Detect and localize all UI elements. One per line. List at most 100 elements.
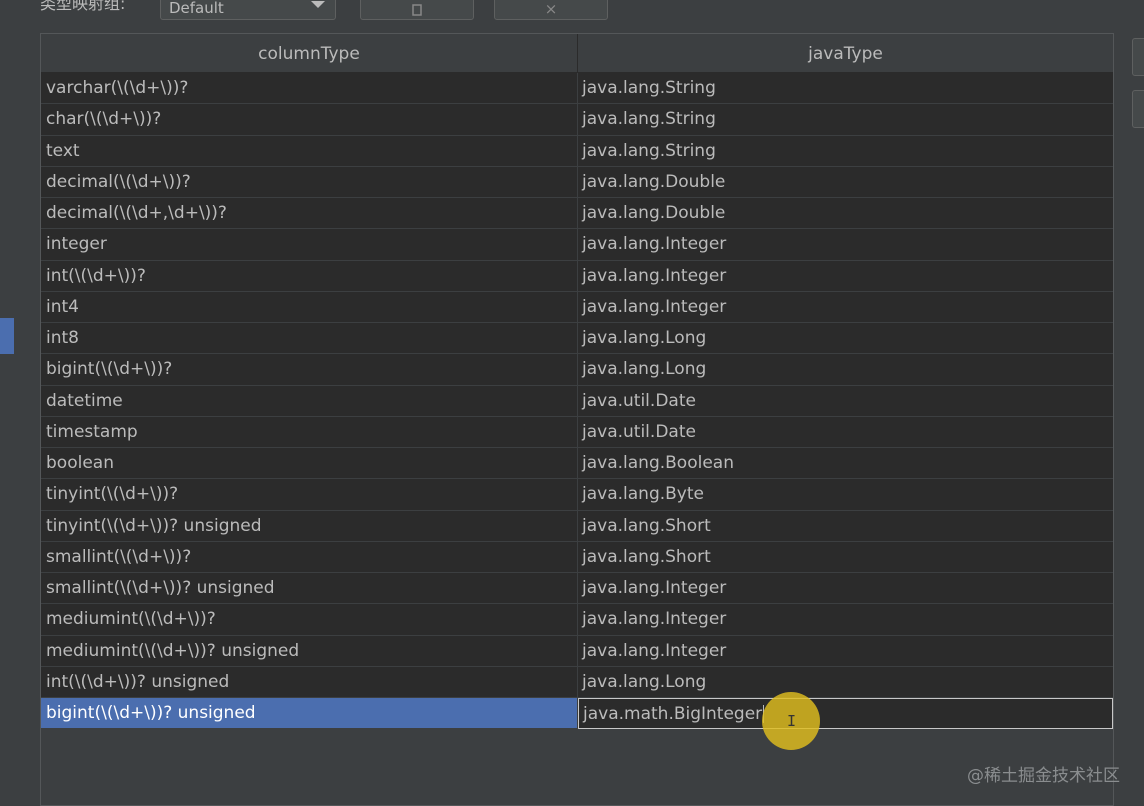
type-mapping-group-combo[interactable]: Default bbox=[160, 0, 336, 20]
cell-javatype-text: java.lang.Double bbox=[582, 203, 726, 223]
table-row[interactable]: mediumint(\(\d+\))? unsigned java.lang.In… bbox=[41, 635, 1113, 667]
left-panel-edge bbox=[0, 0, 14, 806]
left-panel-selection-marker bbox=[0, 318, 14, 354]
copy-group-button[interactable] bbox=[360, 0, 474, 20]
cell-javatype[interactable]: java.lang.Double bbox=[578, 198, 1113, 230]
cell-javatype[interactable]: java.lang.String bbox=[578, 135, 1113, 167]
table-row[interactable]: smallint(\(\d+\))? java.lang.Short bbox=[41, 541, 1113, 573]
cell-javatype-text: java.lang.Integer bbox=[582, 640, 727, 661]
table-row[interactable]: smallint(\(\d+\))? unsigned java.lang.Int… bbox=[41, 573, 1113, 605]
table-row[interactable]: decimal(\(\d+,\d+\))? java.lang.Double bbox=[41, 198, 1113, 230]
cell-javatype[interactable]: java.lang.Short bbox=[578, 510, 1113, 542]
cell-javatype[interactable]: java.lang.Integer bbox=[578, 604, 1113, 636]
cell-columntype[interactable]: bigint(\(\d+\))? bbox=[41, 354, 577, 386]
cell-columntype[interactable]: int8 bbox=[41, 323, 577, 355]
table-row[interactable]: int4 java.lang.Integer bbox=[41, 291, 1113, 323]
cell-javatype[interactable]: java.lang.Integer bbox=[578, 260, 1113, 292]
text-cursor-icon: I bbox=[787, 712, 797, 730]
cell-javatype-editor[interactable]: java.math.BigInteger bbox=[578, 698, 1113, 730]
delete-group-button[interactable]: × bbox=[494, 0, 608, 20]
cell-javatype-text: java.lang.Byte bbox=[582, 484, 704, 505]
cell-javatype-text: java.lang.Integer bbox=[582, 296, 727, 317]
cell-columntype[interactable]: integer bbox=[41, 229, 577, 261]
cell-javatype[interactable]: java.lang.Integer bbox=[578, 573, 1113, 605]
cell-javatype-text: java.lang.Integer bbox=[582, 265, 727, 286]
table-row[interactable]: text java.lang.String bbox=[41, 135, 1113, 167]
cell-javatype[interactable]: java.lang.Integer bbox=[578, 229, 1113, 261]
cell-javatype-text: java.math.BigInteger bbox=[583, 704, 763, 724]
cell-javatype[interactable]: java.lang.String bbox=[578, 73, 1113, 105]
table-row[interactable]: integer java.lang.Integer bbox=[41, 229, 1113, 261]
table-row[interactable]: int(\(\d+\))? java.lang.Integer bbox=[41, 260, 1113, 292]
cell-columntype[interactable]: int4 bbox=[41, 291, 577, 323]
table-row[interactable]: timestamp java.util.Date bbox=[41, 416, 1113, 448]
type-mapping-table: columnType javaType varchar(\(\d+\))? jav… bbox=[40, 33, 1114, 806]
cell-javatype[interactable]: java.lang.Double bbox=[578, 166, 1113, 198]
cell-javatype[interactable]: java.lang.Integer bbox=[578, 291, 1113, 323]
cell-columntype[interactable]: mediumint(\(\d+\))? bbox=[41, 604, 577, 636]
cell-columntype[interactable]: text bbox=[41, 135, 577, 167]
side-add-button[interactable] bbox=[1132, 38, 1144, 76]
cell-javatype[interactable]: java.lang.Long bbox=[578, 354, 1113, 386]
table-row[interactable]: tinyint(\(\d+\))? java.lang.Byte bbox=[41, 479, 1113, 511]
cell-columntype[interactable]: datetime bbox=[41, 385, 577, 417]
close-icon: × bbox=[544, 0, 558, 18]
cell-javatype[interactable]: java.lang.Long bbox=[578, 323, 1113, 355]
cell-columntype[interactable]: smallint(\(\d+\))? bbox=[41, 541, 577, 573]
cell-javatype-text: java.lang.Boolean bbox=[582, 453, 734, 473]
table-row[interactable]: int8 java.lang.Long bbox=[41, 323, 1113, 355]
cell-columntype[interactable]: int(\(\d+\))? unsigned bbox=[41, 666, 577, 698]
cell-javatype-text: java.lang.Short bbox=[582, 515, 711, 536]
cell-javatype[interactable]: java.lang.Boolean bbox=[578, 448, 1113, 480]
cell-columntype[interactable]: boolean bbox=[41, 448, 577, 480]
cell-columntype[interactable]: int(\(\d+\))? bbox=[41, 260, 577, 292]
table-row[interactable]: varchar(\(\d+\))? java.lang.String bbox=[41, 73, 1113, 105]
type-mapping-group-label: 类型映射组: bbox=[40, 0, 126, 13]
table-row[interactable]: bigint(\(\d+\))? unsigned java.math.BigIn… bbox=[41, 698, 1113, 730]
cell-javatype-text: java.lang.Integer bbox=[582, 578, 727, 598]
table-row[interactable]: mediumint(\(\d+\))? java.lang.Integer bbox=[41, 604, 1113, 636]
cell-javatype-text: java.util.Date bbox=[582, 390, 696, 411]
cell-javatype-text: java.lang.Long bbox=[582, 328, 707, 348]
cell-columntype[interactable]: timestamp bbox=[41, 416, 577, 448]
chevron-down-icon bbox=[311, 1, 325, 8]
cell-javatype[interactable]: java.util.Date bbox=[578, 385, 1113, 417]
cell-columntype[interactable]: decimal(\(\d+\))? bbox=[41, 166, 577, 198]
column-header-javatype[interactable]: javaType bbox=[578, 34, 1113, 72]
cell-javatype-text: java.util.Date bbox=[582, 421, 696, 442]
side-remove-button[interactable] bbox=[1132, 90, 1144, 128]
table-row[interactable]: bigint(\(\d+\))? java.lang.Long bbox=[41, 354, 1113, 386]
cell-javatype-text: java.lang.String bbox=[582, 140, 716, 161]
column-header-columntype[interactable]: columnType bbox=[41, 34, 578, 72]
cell-columntype[interactable]: tinyint(\(\d+\))? unsigned bbox=[41, 510, 577, 542]
table-row[interactable]: tinyint(\(\d+\))? unsigned java.lang.Shor… bbox=[41, 510, 1113, 542]
cell-columntype[interactable]: varchar(\(\d+\))? bbox=[41, 73, 577, 105]
cell-javatype[interactable]: java.util.Date bbox=[578, 416, 1113, 448]
cell-javatype-text: java.lang.Integer bbox=[582, 609, 727, 630]
table-row[interactable]: int(\(\d+\))? unsigned java.lang.Long bbox=[41, 666, 1113, 698]
cell-javatype-text: java.lang.String bbox=[582, 78, 716, 98]
table-row[interactable]: char(\(\d+\))? java.lang.String bbox=[41, 104, 1113, 136]
cell-columntype[interactable]: bigint(\(\d+\))? unsigned bbox=[41, 698, 577, 730]
table-header: columnType javaType bbox=[41, 34, 1113, 73]
cell-javatype[interactable]: java.lang.Long bbox=[578, 666, 1113, 698]
table-body: varchar(\(\d+\))? java.lang.String char(\(… bbox=[41, 73, 1113, 730]
cell-columntype[interactable]: tinyint(\(\d+\))? bbox=[41, 479, 577, 511]
cell-javatype-text: java.lang.Long bbox=[582, 359, 707, 380]
cell-javatype[interactable]: java.lang.String bbox=[578, 104, 1113, 136]
cell-javatype-text: java.lang.Double bbox=[582, 171, 726, 192]
combo-selected-value: Default bbox=[169, 0, 224, 17]
cell-javatype[interactable]: java.lang.Integer bbox=[578, 635, 1113, 667]
cell-columntype[interactable]: decimal(\(\d+,\d+\))? bbox=[41, 198, 577, 230]
table-row[interactable]: datetime java.util.Date bbox=[41, 385, 1113, 417]
cell-javatype-text: java.lang.Integer bbox=[582, 234, 727, 255]
cell-javatype[interactable]: java.lang.Byte bbox=[578, 479, 1113, 511]
table-row[interactable]: boolean java.lang.Boolean bbox=[41, 448, 1113, 480]
copy-icon bbox=[412, 4, 422, 16]
cell-javatype[interactable]: java.lang.Short bbox=[578, 541, 1113, 573]
table-row[interactable]: decimal(\(\d+\))? java.lang.Double bbox=[41, 166, 1113, 198]
cell-columntype[interactable]: char(\(\d+\))? bbox=[41, 104, 577, 136]
cell-columntype[interactable]: mediumint(\(\d+\))? unsigned bbox=[41, 635, 577, 667]
cell-columntype[interactable]: smallint(\(\d+\))? unsigned bbox=[41, 573, 577, 605]
cell-javatype-text: java.lang.Long bbox=[582, 671, 707, 692]
